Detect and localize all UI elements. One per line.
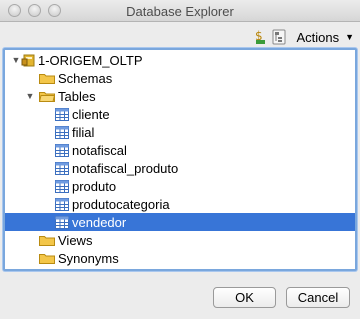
dialog-buttons: OK Cancel [213, 287, 350, 308]
tree-node-label: notafiscal [72, 142, 127, 158]
folder-icon [39, 236, 55, 246]
tree-node-label: produto [72, 178, 117, 194]
database-connection-icon [21, 54, 35, 67]
table-icon [55, 125, 69, 139]
folder-icon [39, 74, 55, 84]
tree-node-table[interactable]: produto [5, 177, 355, 195]
tree-node-label: Synonyms [58, 250, 119, 266]
folder-icon [39, 254, 55, 264]
chevron-down-icon: ▼ [345, 32, 354, 42]
actions-label: Actions [296, 29, 340, 45]
table-icon [55, 161, 69, 175]
tree-node-label: notafiscal_produto [72, 160, 179, 176]
tree-node-label: cliente [72, 106, 110, 122]
tree-node-table[interactable]: notafiscal [5, 141, 355, 159]
tree-node-label: Tables [58, 88, 96, 104]
tree-node-table-selected[interactable]: vendedor [5, 213, 355, 231]
tree-node-table[interactable]: cliente [5, 105, 355, 123]
tree-node-label: filial [72, 124, 95, 140]
ok-button[interactable]: OK [213, 287, 276, 308]
tree-node-table[interactable]: notafiscal_produto [5, 159, 355, 177]
cancel-button[interactable]: Cancel [286, 287, 350, 308]
tree-node-label: 1-ORIGEM_OLTP [38, 52, 143, 68]
toolbar: $ Actions ▼ [254, 27, 354, 47]
tree-node-schemas[interactable]: Schemas [5, 69, 355, 87]
table-icon [55, 197, 69, 211]
table-icon [55, 143, 69, 157]
database-tree[interactable]: ▼ 1-ORIGEM_OLTP Schemas ▼ Tables cliente… [3, 48, 357, 271]
tree-node-root[interactable]: ▼ 1-ORIGEM_OLTP [5, 51, 355, 69]
table-icon [55, 179, 69, 193]
tree-node-views[interactable]: Views [5, 231, 355, 249]
actions-menu-button[interactable]: Actions ▼ [296, 30, 354, 45]
tree-node-tables[interactable]: ▼ Tables [5, 87, 355, 105]
tree-structure-icon[interactable] [272, 29, 286, 45]
open-folder-icon [39, 92, 55, 102]
tree-node-label: Schemas [58, 70, 113, 86]
tree-node-synonyms[interactable]: Synonyms [5, 249, 355, 267]
disclosure-expanded-icon[interactable]: ▼ [25, 91, 35, 101]
disclosure-expanded-icon[interactable]: ▼ [11, 55, 21, 65]
tree-node-table[interactable]: filial [5, 123, 355, 141]
table-icon [55, 215, 69, 229]
database-explorer-window: Database Explorer $ Actions ▼ ▼ 1-ORIGEM… [0, 0, 360, 319]
title-bar: Database Explorer [0, 0, 360, 22]
dollar-icon[interactable]: $ [254, 29, 268, 45]
window-title: Database Explorer [126, 4, 234, 19]
tree-node-table[interactable]: produtocategoria [5, 195, 355, 213]
tree-node-label: Views [58, 232, 93, 248]
tree-node-label: vendedor [72, 214, 127, 230]
table-icon [55, 107, 69, 121]
tree-node-label: produtocategoria [72, 196, 170, 212]
